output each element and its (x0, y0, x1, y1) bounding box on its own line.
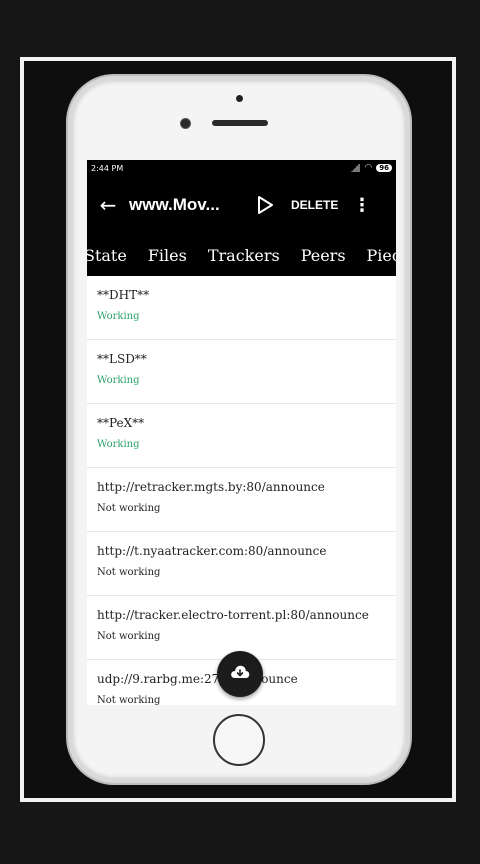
tracker-url: **DHT** (97, 288, 150, 302)
status-time: 2:44 PM (91, 163, 124, 173)
tracker-list: **DHT** Working **LSD** Working **PeX** … (87, 276, 396, 705)
tracker-row[interactable]: **LSD** Working (87, 340, 396, 404)
cloud-download-icon (230, 664, 250, 684)
front-camera (180, 118, 191, 129)
tracker-row[interactable]: **PeX** Working (87, 404, 396, 468)
tab-pieces[interactable]: Piece (367, 246, 396, 265)
tracker-status: Working (97, 439, 140, 450)
tracker-status: Not working (97, 631, 161, 642)
play-icon[interactable] (247, 195, 283, 215)
tracker-row[interactable]: http://retracker.mgts.by:80/announce Not… (87, 468, 396, 532)
tab-bar: State Files Trackers Peers Piece (87, 234, 396, 276)
phone-screen: 2:44 PM ◠ 96 ← www.Mov... DELETE ⋮ State… (87, 160, 396, 705)
home-button[interactable] (213, 714, 265, 766)
tracker-status: Working (97, 375, 140, 386)
tracker-row[interactable]: http://t.nyaatracker.com:80/announce Not… (87, 532, 396, 596)
signal-icon (350, 164, 361, 172)
tab-files[interactable]: Files (148, 246, 198, 265)
back-arrow-icon[interactable]: ← (87, 193, 129, 217)
earpiece-speaker (212, 120, 268, 126)
battery-badge: 96 (376, 164, 392, 172)
tracker-url: **LSD** (97, 352, 147, 366)
tab-trackers[interactable]: Trackers (208, 246, 291, 265)
status-icons: ◠ 96 (350, 163, 392, 173)
tracker-url: http://t.nyaatracker.com:80/announce (97, 544, 327, 558)
tracker-row[interactable]: **DHT** Working (87, 276, 396, 340)
tracker-url: http://retracker.mgts.by:80/announce (97, 480, 325, 494)
tracker-status: Working (97, 311, 140, 322)
more-vert-icon[interactable]: ⋮ (347, 195, 377, 216)
tracker-url: http://tracker.electro-torrent.pl:80/ann… (97, 608, 369, 622)
front-sensor (236, 95, 243, 102)
add-torrent-fab[interactable] (217, 651, 263, 697)
torrent-title: www.Mov... (129, 195, 220, 214)
tracker-status: Not working (97, 567, 161, 578)
tab-state[interactable]: State (87, 246, 138, 265)
wifi-icon: ◠ (364, 163, 373, 173)
app-bar: ← www.Mov... DELETE ⋮ (87, 176, 396, 234)
tracker-status: Not working (97, 503, 161, 514)
tracker-url: **PeX** (97, 416, 145, 430)
status-bar: 2:44 PM ◠ 96 (87, 160, 396, 176)
tab-peers[interactable]: Peers (301, 246, 357, 265)
delete-button[interactable]: DELETE (291, 198, 347, 212)
